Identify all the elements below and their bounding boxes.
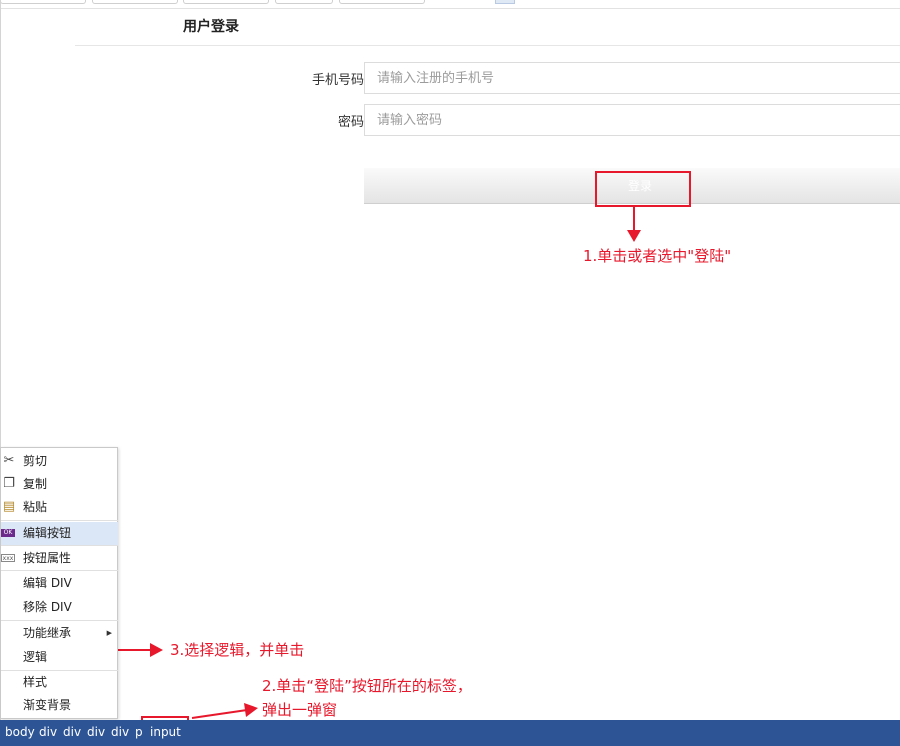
page-title: 用户登录: [183, 19, 239, 35]
menu-item-label: 渐变背景: [23, 698, 72, 712]
menu-item-label: 编辑按钮: [23, 526, 72, 540]
arrow-head: [150, 643, 163, 657]
toolbar-indicator: [495, 0, 515, 4]
password-input[interactable]: [364, 104, 900, 136]
annotation-step2-line2: 弹出一弹窗: [262, 701, 338, 719]
breadcrumb-p[interactable]: p: [135, 725, 143, 739]
divider: [75, 45, 900, 46]
menu-item-label: 编辑 DIV: [23, 576, 72, 590]
toolbar-tab[interactable]: [0, 0, 86, 4]
annotation-highlight-login: [595, 171, 691, 207]
breadcrumb-div[interactable]: div: [39, 725, 57, 739]
element-breadcrumb-bar: body div div div div p input: [0, 720, 900, 746]
menu-item-label: 逻辑: [23, 650, 48, 664]
menu-item-remove-div[interactable]: 移除 DIV: [1, 596, 118, 619]
toolbar-tab[interactable]: [275, 0, 333, 4]
menu-item-copy[interactable]: ❐ 复制: [1, 473, 118, 496]
button-properties-icon: xxx: [1, 554, 15, 562]
menu-item-cut[interactable]: ✂ 剪切: [1, 450, 118, 473]
annotation-step2-line1: 2.单击“登陆”按钮所在的标签，: [262, 677, 472, 695]
breadcrumb-div[interactable]: div: [63, 725, 81, 739]
menu-item-label: 移除 DIV: [23, 600, 72, 614]
menu-item-label: 复制: [23, 477, 48, 491]
menu-item-label: 粘贴: [23, 500, 48, 514]
phone-label: 手机号码: [311, 73, 364, 88]
menu-item-style[interactable]: 样式: [1, 671, 118, 694]
menu-item-edit-button[interactable]: OK 编辑按钮: [1, 522, 118, 545]
arrow-line: [191, 709, 248, 719]
breadcrumb-body[interactable]: body: [5, 725, 35, 739]
menu-item-label: 剪切: [23, 454, 48, 468]
menu-item-logic[interactable]: 逻辑: [1, 646, 118, 669]
paste-icon: ▤: [2, 499, 16, 514]
menu-item-label: 功能继承: [23, 626, 72, 640]
toolbar-tab[interactable]: [92, 0, 178, 4]
submenu-arrow-icon: ▶: [106, 629, 112, 637]
menu-item-label: 样式: [23, 675, 48, 689]
breadcrumb-div[interactable]: div: [87, 725, 105, 739]
top-toolbar: [0, 0, 900, 4]
menu-item-gradient-background[interactable]: 渐变背景: [1, 694, 118, 717]
menu-separator: [1, 545, 118, 546]
annotation-step1: 1.单击或者选中"登陆": [583, 247, 732, 265]
menu-separator: [1, 570, 118, 571]
menu-item-button-properties[interactable]: xxx 按钮属性: [1, 547, 118, 570]
phone-input[interactable]: [364, 62, 900, 94]
divider: [0, 8, 900, 9]
menu-item-paste[interactable]: ▤ 粘贴: [1, 496, 118, 519]
editor-canvas: 用户登录 手机号码 密码 登录 1.单击或者选中"登陆" 3.选择逻辑，并单击 …: [0, 0, 900, 746]
scissors-icon: ✂: [3, 453, 15, 468]
toolbar-tab[interactable]: [183, 0, 269, 4]
breadcrumb-input[interactable]: input: [150, 725, 181, 739]
arrow-head: [244, 703, 258, 717]
menu-item-edit-div[interactable]: 编辑 DIV: [1, 572, 118, 595]
arrow-head: [627, 230, 641, 242]
menu-item-label: 按钮属性: [23, 551, 72, 565]
menu-separator: [1, 520, 118, 521]
menu-item-inherit[interactable]: 功能继承 ▶: [1, 622, 118, 645]
context-menu: ✂ 剪切 ❐ 复制 ▤ 粘贴 OK 编辑按钮 xxx 按钮属性 编辑 DIV 移…: [0, 447, 118, 719]
menu-separator: [1, 620, 118, 621]
toolbar-tab[interactable]: [339, 0, 425, 4]
annotation-step3: 3.选择逻辑，并单击: [170, 641, 305, 659]
breadcrumb-div[interactable]: div: [111, 725, 129, 739]
password-label: 密码: [337, 115, 364, 130]
edit-button-icon: OK: [1, 529, 15, 537]
copy-icon: ❐: [3, 476, 15, 491]
